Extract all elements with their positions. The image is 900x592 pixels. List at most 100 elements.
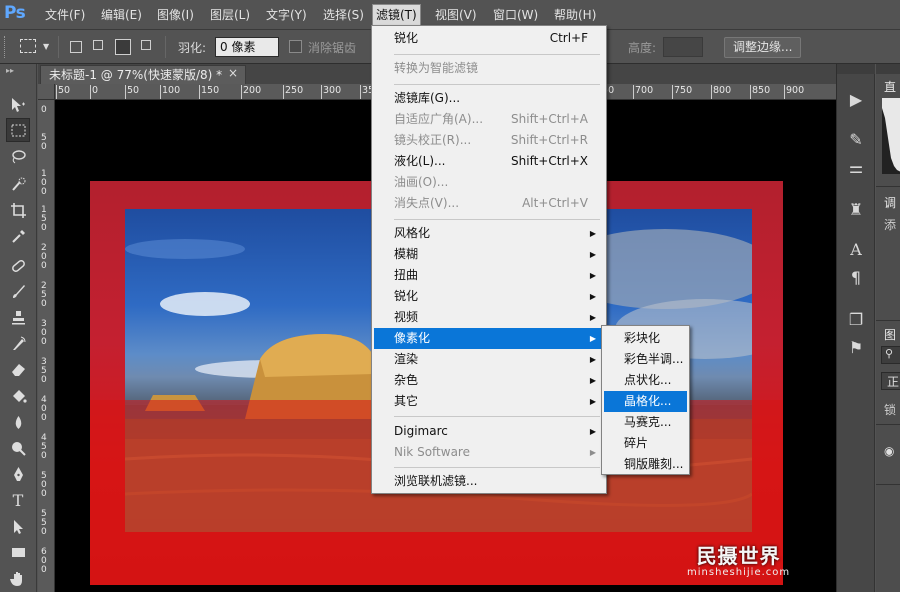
menu-item-digimarc[interactable]: Digimarc ▶ — [374, 421, 604, 442]
feather-input[interactable]: 0 像素 — [215, 37, 279, 57]
menu-item-color-halftone[interactable]: 彩色半调... — [604, 349, 687, 370]
character-styles-icon[interactable]: ❐ — [846, 310, 866, 330]
blur-tool-icon[interactable] — [6, 410, 30, 434]
submenu-arrow-icon: ▶ — [589, 376, 596, 385]
menu-view[interactable]: 视图(V) — [432, 5, 480, 25]
clone-stamp-tool-icon[interactable] — [6, 305, 30, 329]
refine-edge-button[interactable]: 调整边缘... — [724, 37, 802, 58]
menu-item-oil-paint[interactable]: 油画(O)... — [374, 172, 604, 193]
ruler-origin[interactable] — [38, 84, 55, 100]
paint-bucket-tool-icon[interactable] — [6, 384, 30, 408]
menu-window[interactable]: 窗口(W) — [490, 5, 541, 25]
menu-item-crystallize[interactable]: 晶格化... — [604, 391, 687, 412]
menu-item-pixelate[interactable]: 像素化 ▶ — [374, 328, 604, 349]
menu-item-distort[interactable]: 扭曲 ▶ — [374, 265, 604, 286]
lasso-tool-icon[interactable] — [6, 144, 30, 168]
subtract-from-selection-icon[interactable] — [115, 39, 131, 55]
menu-filter[interactable]: 滤镜(T) — [372, 4, 421, 26]
brush-tool-icon[interactable] — [6, 279, 30, 303]
menu-item-other[interactable]: 其它 ▶ — [374, 391, 604, 412]
eraser-tool-icon[interactable] — [6, 357, 30, 381]
paragraph-icon[interactable]: ¶ — [846, 268, 866, 288]
options-grip[interactable] — [4, 36, 8, 58]
rectangle-tool-icon[interactable] — [6, 540, 30, 564]
menu-item-facet[interactable]: 彩块化 — [604, 328, 687, 349]
menu-item-filter-gallery[interactable]: 滤镜库(G)... — [374, 88, 604, 109]
menu-item-mezzotint[interactable]: 铜版雕刻... — [604, 454, 687, 475]
menu-separator — [394, 219, 600, 220]
dock-header[interactable] — [837, 64, 875, 74]
menu-file[interactable]: 文件(F) — [42, 5, 88, 25]
intersect-selection-icon[interactable] — [141, 40, 151, 50]
menu-item-browse-filters-online[interactable]: 浏览联机滤镜... — [374, 471, 604, 492]
menu-item-fragment[interactable]: 碎片 — [604, 433, 687, 454]
pen-tool-icon[interactable] — [6, 462, 30, 486]
layer-filter-search-icon[interactable]: ⚲ — [881, 346, 900, 364]
adjustments-tab[interactable]: 调 — [884, 194, 896, 211]
menu-item-last-filter[interactable]: 锐化 Ctrl+F — [374, 28, 604, 49]
menu-item-convert-smart-filters[interactable]: 转换为智能滤镜 — [374, 58, 604, 79]
submenu-arrow-icon: ▶ — [589, 229, 596, 238]
menu-item-stylize[interactable]: 风格化 ▶ — [374, 223, 604, 244]
menu-type[interactable]: 文字(Y) — [263, 5, 310, 25]
menu-help[interactable]: 帮助(H) — [551, 5, 599, 25]
history-brush-tool-icon[interactable] — [6, 331, 30, 355]
histogram-tab[interactable]: 直 — [884, 78, 896, 95]
close-icon[interactable]: × — [228, 66, 238, 80]
ruler-tick: 4 5 0 — [41, 433, 47, 461]
menu-item-video[interactable]: 视频 ▶ — [374, 307, 604, 328]
menu-edit[interactable]: 编辑(E) — [98, 5, 145, 25]
new-selection-icon[interactable] — [70, 41, 82, 53]
antialias-label: 消除锯齿 — [308, 41, 357, 55]
hand-tool-icon[interactable] — [6, 566, 30, 590]
brush-presets-icon[interactable]: ✎ — [846, 130, 866, 150]
ruler-tick: 1 0 0 — [41, 169, 47, 197]
healing-brush-tool-icon[interactable] — [6, 253, 30, 277]
menu-item-mosaic[interactable]: 马赛克... — [604, 412, 687, 433]
divider — [876, 424, 900, 425]
menu-item-adaptive-wide-angle[interactable]: 自适应广角(A)... Shift+Ctrl+A — [374, 109, 604, 130]
menu-item-render[interactable]: 渲染 ▶ — [374, 349, 604, 370]
rectangular-marquee-tool-icon[interactable] — [6, 118, 30, 142]
layers-tab[interactable]: 图 — [884, 326, 896, 343]
menu-item-noise[interactable]: 杂色 ▶ — [374, 370, 604, 391]
blend-mode-select[interactable]: 正 — [881, 372, 900, 390]
eye-icon[interactable]: ◉ — [884, 444, 894, 458]
menu-select[interactable]: 选择(S) — [320, 5, 367, 25]
ruler-tick: 3 0 0 — [41, 319, 47, 347]
collapse-icon[interactable]: ▸▸ — [6, 66, 14, 75]
adjustments-icon[interactable]: ⚌ — [846, 158, 866, 178]
play-icon[interactable]: ▶ — [846, 90, 866, 110]
chevron-down-icon[interactable]: ▼ — [43, 42, 49, 51]
path-selection-tool-icon[interactable] — [6, 514, 30, 538]
character-icon[interactable]: A — [846, 240, 866, 260]
vertical-ruler[interactable]: 0 5 0 1 0 0 1 5 0 2 0 0 2 5 0 3 0 0 3 5 … — [38, 100, 55, 592]
crop-tool-icon[interactable] — [6, 198, 30, 222]
quick-selection-tool-icon[interactable] — [6, 172, 30, 196]
marquee-tool-preset-icon[interactable] — [20, 39, 36, 53]
document-tab[interactable]: 未标题-1 @ 77%(快速蒙版/8) * — [40, 65, 246, 85]
submenu-arrow-icon: ▶ — [589, 448, 596, 457]
menu-item-liquify[interactable]: 液化(L)... Shift+Ctrl+X — [374, 151, 604, 172]
paragraph-styles-icon[interactable]: ⚑ — [846, 338, 866, 358]
panel-icon-strip: ▶ ✎ ⚌ ♜ A ¶ ❐ ⚑ — [837, 64, 875, 592]
histogram-graph — [882, 98, 900, 174]
type-tool-icon[interactable]: T — [6, 488, 30, 512]
menu-item-blur[interactable]: 模糊 ▶ — [374, 244, 604, 265]
dodge-tool-icon[interactable] — [6, 436, 30, 460]
eyedropper-tool-icon[interactable] — [6, 224, 30, 248]
menu-image[interactable]: 图像(I) — [154, 5, 197, 25]
antialias-checkbox[interactable] — [289, 40, 302, 53]
menu-item-vanishing-point[interactable]: 消失点(V)... Alt+Ctrl+V — [374, 193, 604, 214]
height-input[interactable] — [663, 37, 703, 57]
menu-item-lens-correction[interactable]: 镜头校正(R)... Shift+Ctrl+R — [374, 130, 604, 151]
menu-layer[interactable]: 图层(L) — [207, 5, 253, 25]
menu-item-sharpen[interactable]: 锐化 ▶ — [374, 286, 604, 307]
add-to-selection-icon[interactable] — [93, 40, 103, 50]
panel-content: 直 调 添 图 ⚲ 正 锁 ◉ — [876, 64, 900, 592]
menu-item-nik-software[interactable]: Nik Software ▶ — [374, 442, 604, 463]
clone-source-icon[interactable]: ♜ — [846, 200, 866, 220]
menu-item-pointillize[interactable]: 点状化... — [604, 370, 687, 391]
move-tool-icon[interactable] — [6, 92, 30, 116]
menu-separator — [394, 416, 600, 417]
